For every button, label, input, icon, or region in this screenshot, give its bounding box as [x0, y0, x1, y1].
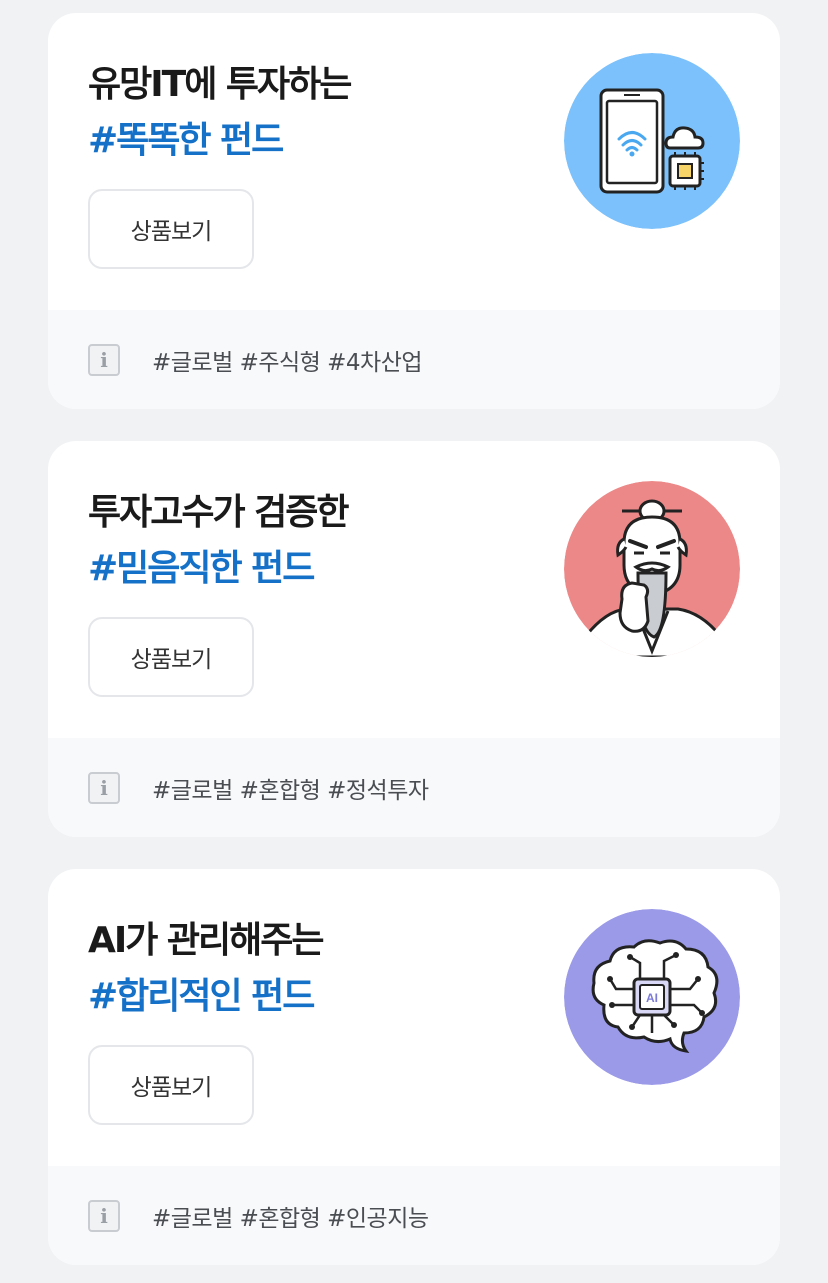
fund-hashtag-title: #믿음직한 펀드	[88, 548, 315, 589]
fund-tags-bar: i #글로벌 #주식형 #4차산업	[48, 310, 780, 409]
fund-card-main: 유망IT에 투자하는 #똑똑한 펀드 상품보기	[48, 13, 780, 310]
fund-hashtag-title: #똑똑한 펀드	[88, 120, 284, 161]
fund-headline: AI가 관리해주는 #합리적인 펀드	[88, 913, 325, 1025]
fund-tags-bar: i #글로벌 #혼합형 #정석투자	[48, 738, 780, 837]
fund-card-rational[interactable]: AI가 관리해주는 #합리적인 펀드 상품보기 AI i #글로벌 #혼합형 #…	[48, 869, 780, 1265]
view-product-button[interactable]: 상품보기	[88, 1045, 254, 1125]
wise-old-man-icon	[564, 481, 740, 657]
fund-card-main: 투자고수가 검증한 #믿음직한 펀드 상품보기	[48, 441, 780, 738]
info-icon: i	[88, 771, 120, 804]
fund-tags: #글로벌 #혼합형 #정석투자	[152, 777, 429, 804]
fund-tags: #글로벌 #혼합형 #인공지능	[152, 1205, 429, 1232]
fund-hashtag-title: #합리적인 펀드	[88, 976, 315, 1017]
ai-chip-label: AI	[646, 991, 658, 1005]
fund-headline: 투자고수가 검증한 #믿음직한 펀드	[88, 485, 349, 597]
fund-card-main: AI가 관리해주는 #합리적인 펀드 상품보기 AI	[48, 869, 780, 1166]
fund-card-smart[interactable]: 유망IT에 투자하는 #똑똑한 펀드 상품보기 i #글로벌 #주식형 #4차산…	[48, 13, 780, 409]
fund-title: AI가 관리해주는	[88, 920, 325, 961]
fund-title: 유망IT에 투자하는	[88, 64, 352, 105]
fund-tags: #글로벌 #주식형 #4차산업	[152, 349, 423, 376]
view-product-button[interactable]: 상품보기	[88, 617, 254, 697]
fund-headline: 유망IT에 투자하는 #똑똑한 펀드	[88, 57, 352, 169]
info-icon: i	[88, 1199, 120, 1232]
fund-tags-bar: i #글로벌 #혼합형 #인공지능	[48, 1166, 780, 1265]
view-product-button[interactable]: 상품보기	[88, 189, 254, 269]
ai-brain-icon: AI	[564, 909, 740, 1085]
fund-title: 투자고수가 검증한	[88, 492, 349, 533]
smartphone-cloud-chip-icon	[564, 53, 740, 229]
info-icon: i	[88, 343, 120, 376]
fund-card-list: 유망IT에 투자하는 #똑똑한 펀드 상품보기 i #글로벌 #주식형 #4차산…	[0, 0, 828, 1283]
fund-card-reliable[interactable]: 투자고수가 검증한 #믿음직한 펀드 상품보기 i #글로벌 #혼합형 #정석투…	[48, 441, 780, 837]
